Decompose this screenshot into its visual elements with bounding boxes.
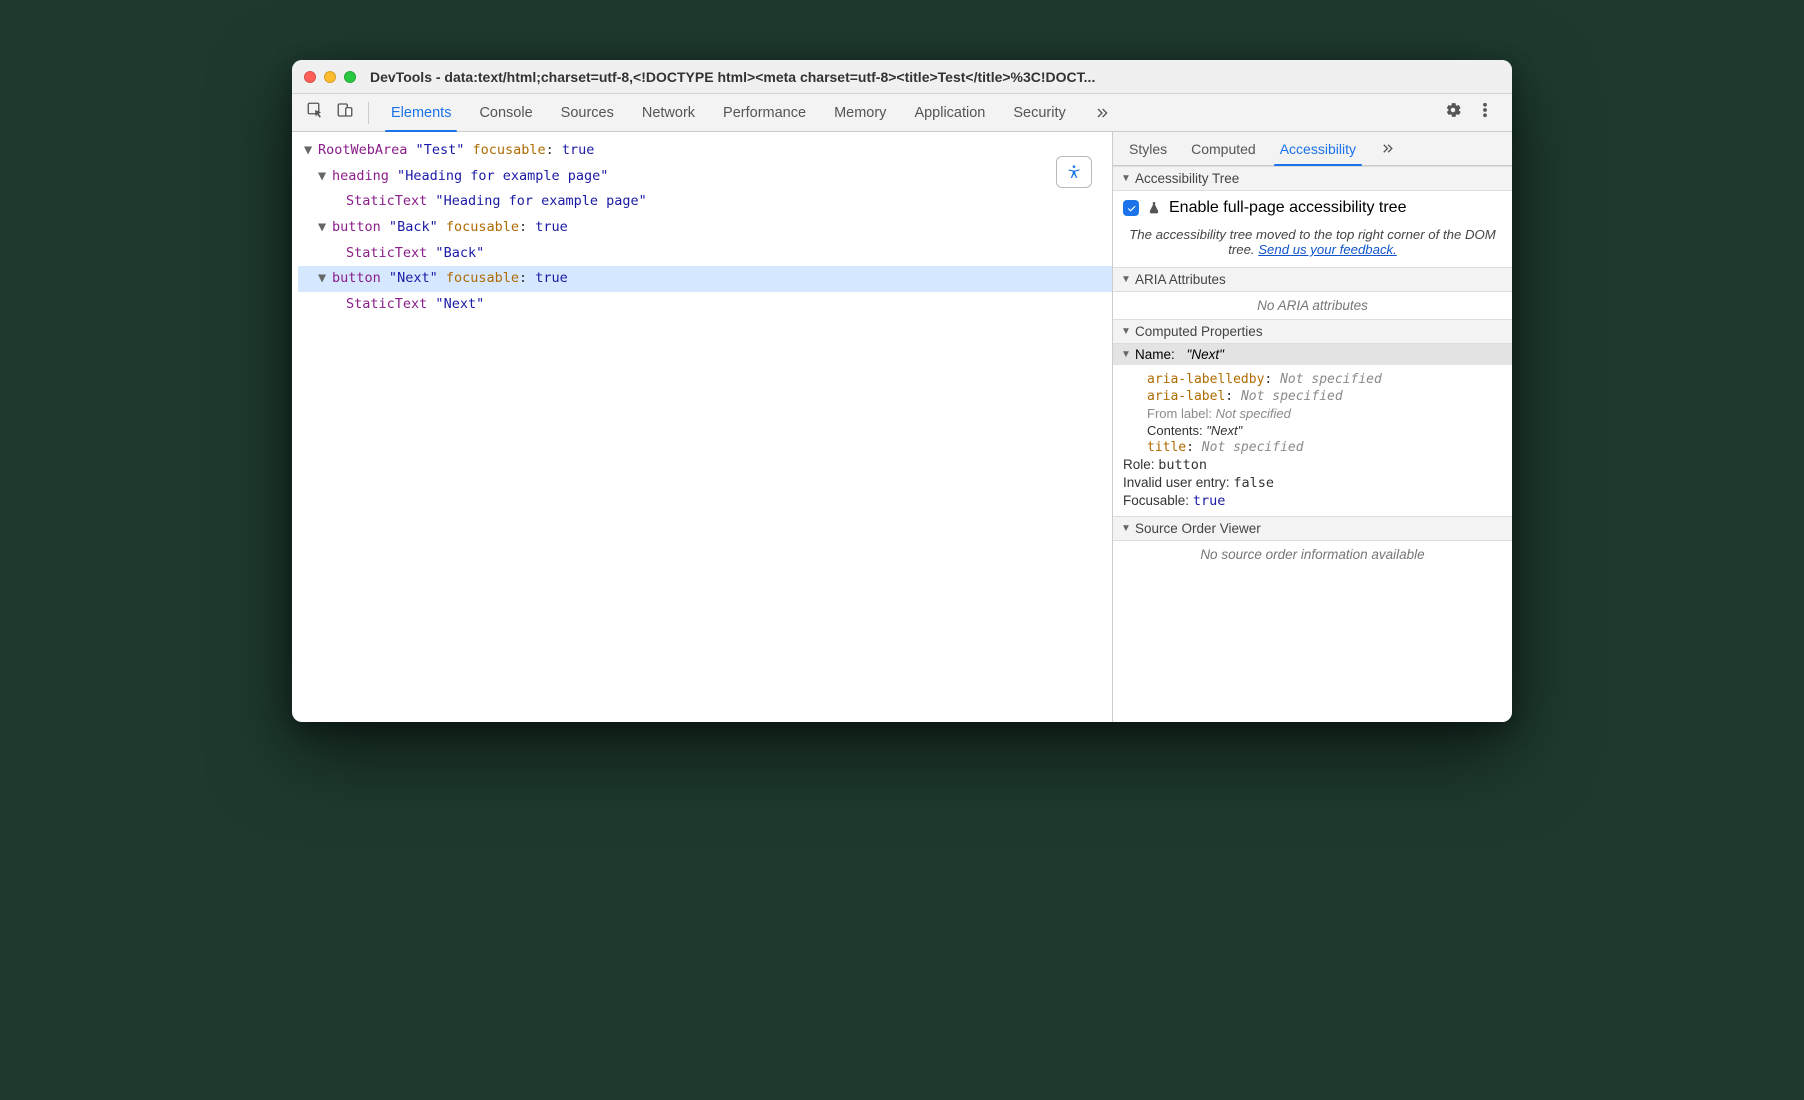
sidebar-tab-styles[interactable]: Styles (1117, 132, 1179, 165)
section-accessibility-tree[interactable]: ▼Accessibility Tree (1113, 166, 1512, 191)
tree-row-next-text[interactable]: StaticText "Next" (298, 292, 1112, 318)
tab-memory[interactable]: Memory (820, 94, 900, 131)
main-toolbar: Elements Console Sources Network Perform… (292, 94, 1512, 132)
tree-row-heading-text[interactable]: StaticText "Heading for example page" (298, 189, 1112, 215)
section-aria[interactable]: ▼ARIA Attributes (1113, 267, 1512, 292)
tree-row-root[interactable]: ▼RootWebArea "Test" focusable: true (298, 138, 1112, 164)
tab-overflow[interactable] (1080, 94, 1124, 131)
tab-performance[interactable]: Performance (709, 94, 820, 131)
window-title: DevTools - data:text/html;charset=utf-8,… (370, 69, 1095, 85)
titlebar: DevTools - data:text/html;charset=utf-8,… (292, 60, 1512, 94)
accessibility-tree-view: ▼RootWebArea "Test" focusable: true ▼hea… (292, 132, 1112, 722)
zoom-button[interactable] (344, 71, 356, 83)
sidebar-tab-accessibility[interactable]: Accessibility (1268, 132, 1368, 165)
devtools-window: DevTools - data:text/html;charset=utf-8,… (292, 60, 1512, 722)
accessibility-toggle-button[interactable] (1056, 156, 1092, 188)
main-tabs: Elements Console Sources Network Perform… (377, 94, 1434, 131)
section-source-order[interactable]: ▼Source Order Viewer (1113, 516, 1512, 541)
aria-empty: No ARIA attributes (1113, 292, 1512, 319)
sidebar-tab-computed[interactable]: Computed (1179, 132, 1268, 165)
tree-row-back[interactable]: ▼button "Back" focusable: true (298, 215, 1112, 241)
tab-application[interactable]: Application (900, 94, 999, 131)
tab-network[interactable]: Network (628, 94, 709, 131)
toolbar-separator (368, 102, 369, 124)
enable-fullpage-tree-checkbox[interactable] (1123, 200, 1139, 216)
tab-elements[interactable]: Elements (377, 94, 465, 131)
tree-row-back-text[interactable]: StaticText "Back" (298, 241, 1112, 267)
sidebar-tabs: Styles Computed Accessibility (1113, 132, 1512, 166)
computed-body: aria-labelledby: Not specified aria-labe… (1113, 365, 1512, 516)
accessibility-note: The accessibility tree moved to the top … (1113, 225, 1512, 267)
computed-name-row[interactable]: ▼Name: "Next" (1113, 344, 1512, 365)
device-toolbar-icon[interactable] (336, 101, 354, 124)
tab-sources[interactable]: Sources (547, 94, 628, 131)
traffic-lights (304, 71, 356, 83)
tree-row-next-selected[interactable]: ▼button "Next" focusable: true (298, 266, 1112, 292)
sidebar-panel: Styles Computed Accessibility ▼Accessibi… (1112, 132, 1512, 722)
section-computed[interactable]: ▼Computed Properties (1113, 319, 1512, 344)
settings-icon[interactable] (1444, 101, 1462, 124)
source-order-empty: No source order information available (1113, 541, 1512, 568)
minimize-button[interactable] (324, 71, 336, 83)
enable-fullpage-tree-row: Enable full-page accessibility tree (1113, 191, 1512, 225)
close-button[interactable] (304, 71, 316, 83)
enable-fullpage-tree-label: Enable full-page accessibility tree (1169, 199, 1406, 217)
experiment-icon (1147, 201, 1161, 215)
tab-console[interactable]: Console (465, 94, 546, 131)
tab-security[interactable]: Security (999, 94, 1079, 131)
inspect-icon[interactable] (306, 101, 324, 124)
kebab-menu-icon[interactable] (1476, 101, 1494, 124)
tree-row-heading[interactable]: ▼heading "Heading for example page" (298, 164, 1112, 190)
feedback-link[interactable]: Send us your feedback. (1258, 242, 1397, 257)
sidebar-tab-overflow[interactable] (1368, 132, 1407, 165)
panel-body: ▼RootWebArea "Test" focusable: true ▼hea… (292, 132, 1512, 722)
